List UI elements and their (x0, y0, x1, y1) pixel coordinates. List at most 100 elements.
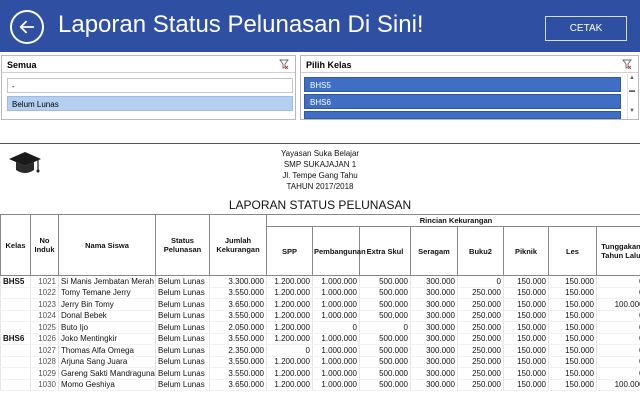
cell-tunggakan: 100.000 (595, 298, 640, 311)
cell-nama: Tomy Temane Jerry (58, 287, 156, 299)
cell-no: 1023 (30, 298, 59, 311)
cell-nama: Thomas Alfa Omega (58, 344, 156, 357)
cell-kelas (0, 310, 31, 322)
slicer-item-belum-lunas[interactable]: Belum Lunas (7, 96, 293, 111)
arrow-left-icon (19, 20, 35, 34)
cell-seragam: 300.000 (410, 310, 458, 322)
cell-kelas (0, 321, 31, 334)
cell-no: 1030 (30, 379, 59, 391)
cell-spp: 1.200.000 (266, 321, 313, 334)
col-header-spp: SPP (266, 226, 313, 276)
cell-extra: 0 (359, 321, 411, 334)
cell-les: 150.000 (548, 367, 597, 380)
cell-buku: 250.000 (457, 321, 504, 334)
cell-les: 150.000 (548, 298, 597, 311)
cell-seragam: 300.000 (410, 275, 458, 288)
cell-no: 1026 (30, 333, 59, 345)
slicer-item-bhs6[interactable]: BHS6 (304, 94, 621, 109)
cell-piknik: 150.000 (503, 379, 549, 391)
slicer-scrollbar[interactable]: ▲ ▬ ▼ (627, 74, 637, 119)
cell-seragam: 300.000 (410, 356, 458, 368)
cell-extra: 500.000 (359, 310, 411, 322)
cell-seragam: 300.000 (410, 367, 458, 380)
slicer-item-bhs5[interactable]: BHS5 (304, 77, 621, 92)
cell-les: 150.000 (548, 321, 597, 334)
kelas-slicer-label: Pilih Kelas (306, 60, 352, 70)
cell-nama: Donal Bebek (58, 310, 156, 322)
clear-filter-icon[interactable] (279, 59, 289, 69)
cell-extra: 500.000 (359, 344, 411, 357)
cell-piknik: 150.000 (503, 310, 549, 322)
cell-nama: Gareng Sakti Mandraguna (58, 367, 156, 380)
cell-les: 150.000 (548, 275, 597, 288)
school-address: Jl. Tempe Gang Tahu (282, 171, 358, 180)
cell-no: 1022 (30, 287, 59, 299)
cell-no: 1027 (30, 344, 59, 357)
cell-status: Belum Lunas (155, 310, 210, 322)
cell-no: 1025 (30, 321, 59, 334)
cell-tunggakan: 0 (595, 275, 640, 288)
cell-les: 150.000 (548, 356, 597, 368)
cell-buku: 250.000 (457, 367, 504, 380)
slicer-item-blank[interactable]: - (7, 78, 293, 93)
cell-jumlah: 3.550.000 (209, 287, 267, 299)
header-bar: Laporan Status Pelunasan Di Sini! CETAK (0, 0, 640, 52)
cell-pemb: 1.000.000 (312, 367, 360, 380)
slicer-item-partial[interactable] (304, 111, 621, 119)
cell-kelas: BHS6 (0, 333, 31, 345)
cell-tunggakan: 0 (595, 287, 640, 299)
cell-status: Belum Lunas (155, 344, 210, 357)
scroll-up-icon[interactable]: ▲ (629, 75, 635, 81)
table-row: 1025 Buto Ijo Belum Lunas 2.050.000 1.200.00… (0, 321, 640, 334)
cell-les: 150.000 (548, 333, 597, 345)
cell-jumlah: 3.550.000 (209, 356, 267, 368)
cell-jumlah: 3.550.000 (209, 310, 267, 322)
table-row: 1027 Thomas Alfa Omega Belum Lunas 2.350.00… (0, 344, 640, 357)
cell-status: Belum Lunas (155, 356, 210, 368)
col-header-jumlah: Jumlah Kekurangan (209, 214, 267, 276)
graduation-cap-icon (9, 152, 41, 173)
cell-extra: 500.000 (359, 367, 411, 380)
cell-jumlah: 3.550.000 (209, 367, 267, 380)
col-header-seragam: Seragam (410, 226, 458, 276)
kelas-slicer-header: Pilih Kelas (301, 56, 638, 73)
cell-nama: Buto Ijo (58, 321, 156, 334)
cell-piknik: 150.000 (503, 356, 549, 368)
cell-jumlah: 3.650.000 (209, 298, 267, 311)
cell-buku: 250.000 (457, 287, 504, 299)
back-button[interactable] (10, 10, 44, 44)
cell-piknik: 150.000 (503, 344, 549, 357)
cell-tunggakan: 0 (595, 344, 640, 357)
cell-seragam: 300.000 (410, 287, 458, 299)
report-sheet: Yayasan Suka Belajar SMP SUKAJAJAN 1 Jl.… (0, 143, 640, 405)
school-name: SMP SUKAJAJAN 1 (283, 160, 357, 169)
cell-pemb: 1.000.000 (312, 310, 360, 322)
report-title: LAPORAN STATUS PELUNASAN (228, 198, 412, 212)
cell-extra: 500.000 (359, 356, 411, 368)
cell-extra: 500.000 (359, 333, 411, 345)
cell-pemb: 1.000.000 (312, 287, 360, 299)
cell-piknik: 150.000 (503, 298, 549, 311)
col-header-tunggakan: Tunggakan Tahun Lalu (595, 226, 640, 276)
cell-nama: Si Manis Jembatan Merah (58, 275, 156, 288)
cell-tunggakan: 100.000 (595, 379, 640, 391)
cell-no: 1021 (30, 275, 59, 288)
report-table: Kelas No Induk Nama Siswa Status Pelunas… (0, 214, 640, 391)
cell-kelas (0, 298, 31, 311)
cell-status: Belum Lunas (155, 321, 210, 334)
scroll-down-icon[interactable]: ▼ (629, 108, 635, 114)
cell-seragam: 300.000 (410, 298, 458, 311)
status-slicer-label: Semua (7, 60, 37, 70)
col-header-status: Status Pelunasan (155, 214, 210, 276)
cell-piknik: 150.000 (503, 275, 549, 288)
cell-status: Belum Lunas (155, 298, 210, 311)
cell-status: Belum Lunas (155, 333, 210, 345)
print-button[interactable]: CETAK (545, 16, 627, 41)
cell-status: Belum Lunas (155, 275, 210, 288)
cell-pemb: 1.000.000 (312, 356, 360, 368)
table-row: 1029 Gareng Sakti Mandraguna Belum Lunas 3.… (0, 367, 640, 380)
cell-pemb: 0 (312, 321, 360, 334)
table-row: BHS6 1026 Joko Mentingkir Belum Lunas 3.550.… (0, 333, 640, 345)
scroll-thumb-icon[interactable]: ▬ (629, 88, 635, 94)
clear-filter-icon[interactable] (622, 59, 632, 69)
